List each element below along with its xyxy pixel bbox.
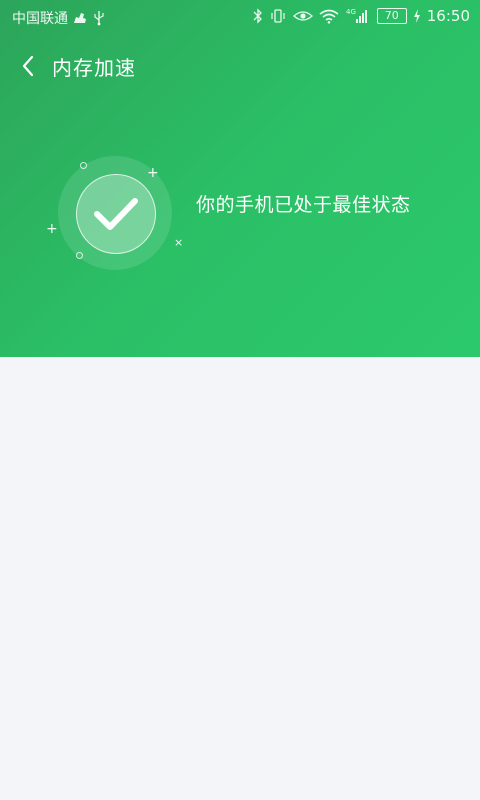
sparkle-dot-icon	[80, 162, 87, 169]
status-bar-left: 中国联通	[12, 8, 106, 28]
charging-icon	[413, 6, 421, 26]
check-icon	[94, 198, 138, 230]
carrier-name: 中国联通	[12, 11, 68, 27]
wifi-icon	[319, 6, 339, 26]
check-badge	[76, 174, 156, 254]
sparkle-cross-icon: ×	[174, 236, 184, 249]
sparkle-dot-icon	[76, 252, 83, 259]
sparkle-plus-icon: +	[147, 165, 159, 181]
cleaner-app-icon	[72, 8, 88, 28]
optimization-status: + + × 你的手机已处于最佳状态	[0, 140, 480, 280]
chevron-left-icon	[22, 55, 34, 77]
status-bar-right: 4G 70 16:50	[253, 6, 470, 26]
page-title: 内存加速	[52, 56, 136, 80]
bluetooth-icon	[253, 6, 263, 26]
signal-icon: 4G	[345, 6, 371, 26]
battery-indicator: 70	[376, 8, 407, 24]
back-button[interactable]	[10, 48, 46, 84]
sparkle-plus-icon: +	[46, 221, 58, 237]
network-type-label: 4G	[346, 8, 356, 16]
memory-boost-screen: 中国联通 4G 70 16:50 内存加速 + + × 你的手机已处于最佳状态	[0, 0, 480, 800]
vibrate-icon	[269, 6, 287, 26]
eye-icon	[292, 6, 313, 26]
top-navigation: 内存加速	[0, 40, 480, 92]
status-bar-clock: 16:50	[426, 7, 470, 25]
status-illustration: + + ×	[46, 150, 190, 270]
usb-icon	[92, 8, 106, 28]
status-bar: 中国联通 4G 70 16:50	[0, 0, 480, 34]
status-message: 你的手机已处于最佳状态	[196, 194, 411, 216]
